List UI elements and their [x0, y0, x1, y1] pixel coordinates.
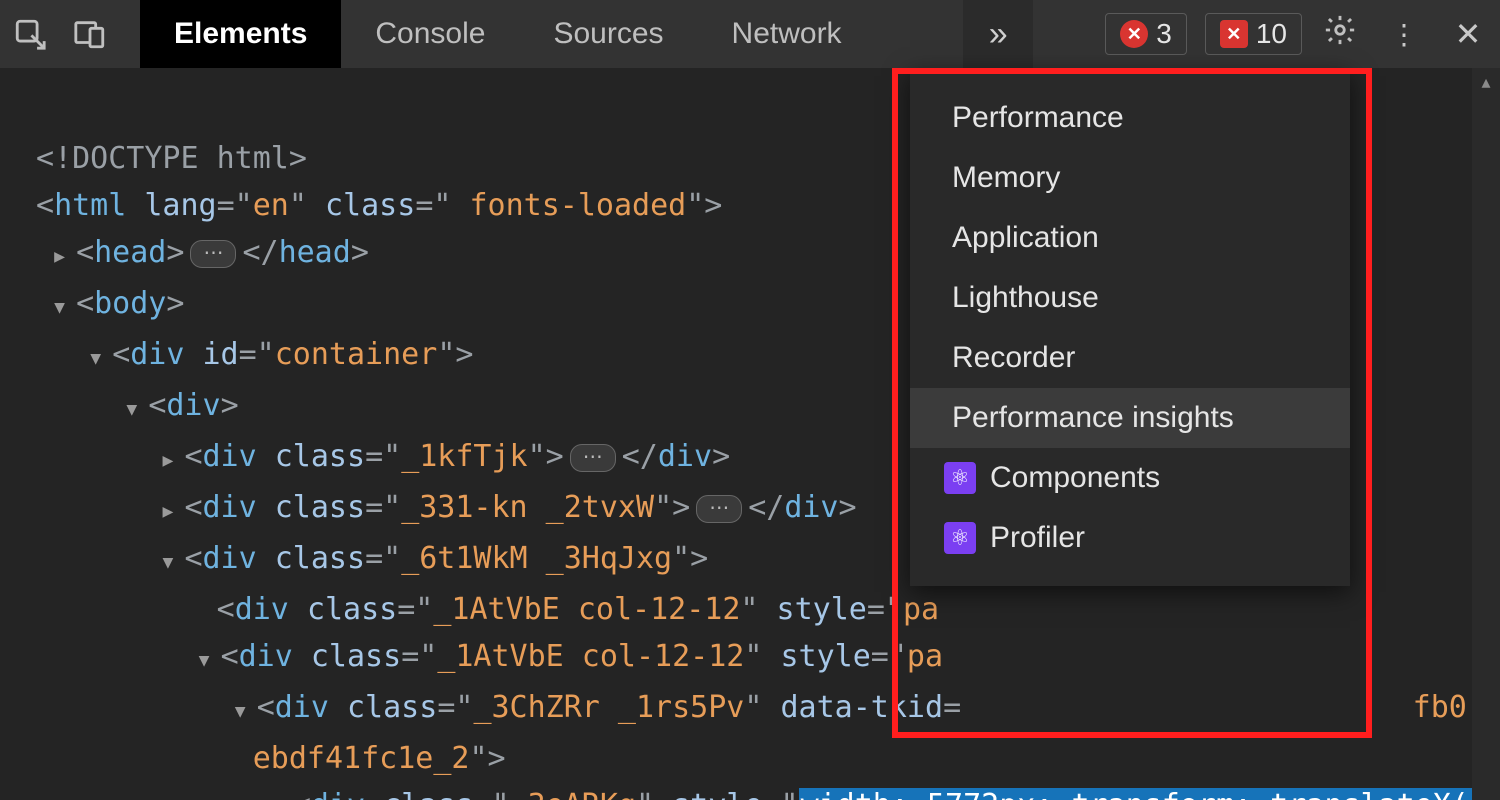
expand-triangle-icon[interactable]: [162, 484, 184, 535]
tab-network[interactable]: Network: [698, 0, 876, 68]
react-icon: ⚛: [944, 522, 976, 554]
body-tag[interactable]: body: [94, 286, 166, 321]
devtools-toolbar: Elements Console Sources Network » ✕ 3 ✕…: [0, 0, 1500, 68]
tab-sources[interactable]: Sources: [519, 0, 697, 68]
dropdown-item-label: Lighthouse: [952, 281, 1099, 315]
dropdown-item-label: Memory: [952, 161, 1060, 195]
div-tag[interactable]: div: [311, 788, 365, 800]
messages-count: 10: [1256, 18, 1287, 50]
settings-button[interactable]: [1308, 0, 1372, 68]
more-tabs-button[interactable]: »: [963, 0, 1033, 68]
div-tag[interactable]: div: [275, 690, 329, 725]
expand-triangle-icon[interactable]: [54, 229, 76, 280]
dom-attr-trail: fb0-59: [1413, 690, 1472, 725]
vertical-scrollbar[interactable]: ▴: [1472, 68, 1500, 800]
dropdown-item-performance-insights[interactable]: Performance insights: [910, 388, 1350, 448]
expand-triangle-icon[interactable]: [162, 433, 184, 484]
dropdown-item-label: Components: [990, 461, 1160, 495]
close-icon: ✕: [1455, 15, 1482, 53]
inspect-element-icon[interactable]: [0, 0, 60, 68]
doctype-node[interactable]: <!DOCTYPE html>: [36, 141, 307, 176]
div-tag[interactable]: div: [166, 388, 220, 423]
tab-label: Console: [375, 17, 485, 51]
head-tag[interactable]: head: [94, 235, 166, 270]
div-tag[interactable]: div: [203, 541, 257, 576]
dropdown-item-label: Recorder: [952, 341, 1075, 375]
ellipsis-chip[interactable]: ⋯: [190, 240, 236, 268]
div-tag[interactable]: div: [203, 490, 257, 525]
html-tag[interactable]: html: [54, 188, 126, 223]
more-tabs-dropdown: Performance Memory Application Lighthous…: [910, 70, 1350, 586]
scroll-up-icon[interactable]: ▴: [1472, 72, 1500, 93]
div-tag[interactable]: div: [203, 439, 257, 474]
error-icon: ✕: [1120, 20, 1148, 48]
ellipsis-chip[interactable]: ⋯: [570, 444, 616, 472]
dropdown-item-label: Performance: [952, 101, 1124, 135]
dropdown-item-label: Application: [952, 221, 1099, 255]
dropdown-item-label: Profiler: [990, 521, 1085, 555]
dropdown-item-label: Performance insights: [952, 401, 1234, 435]
dropdown-item-components[interactable]: ⚛ Components: [910, 448, 1350, 508]
errors-pill[interactable]: ✕ 3: [1105, 13, 1187, 55]
kebab-icon: ⋮: [1390, 18, 1418, 51]
dropdown-item-recorder[interactable]: Recorder: [910, 328, 1350, 388]
message-error-icon: ✕: [1220, 20, 1248, 48]
tab-label: Elements: [174, 17, 307, 51]
errors-count: 3: [1156, 18, 1172, 50]
chevrons-right-icon: »: [989, 15, 1008, 54]
tab-label: Sources: [553, 17, 663, 51]
dropdown-item-application[interactable]: Application: [910, 208, 1350, 268]
div-tag[interactable]: div: [239, 639, 293, 674]
div-tag[interactable]: div: [130, 337, 184, 372]
react-icon: ⚛: [944, 462, 976, 494]
expand-triangle-icon[interactable]: [126, 382, 148, 433]
expand-triangle-icon[interactable]: [90, 331, 112, 382]
messages-pill[interactable]: ✕ 10: [1205, 13, 1302, 55]
dropdown-item-performance[interactable]: Performance: [910, 88, 1350, 148]
selected-style-value[interactable]: width: 5772px; transform: translateX(-19…: [799, 788, 1472, 800]
dom-attr-continuation: ebdf41fc1e_2: [253, 741, 470, 776]
kebab-menu-button[interactable]: ⋮: [1372, 0, 1436, 68]
expand-triangle-icon[interactable]: [271, 782, 293, 800]
dropdown-item-profiler[interactable]: ⚛ Profiler: [910, 508, 1350, 568]
ellipsis-chip[interactable]: ⋯: [696, 495, 742, 523]
dropdown-item-memory[interactable]: Memory: [910, 148, 1350, 208]
toolbar-right: » ✕ 3 ✕ 10 ⋮ ✕: [963, 0, 1500, 68]
expand-triangle-icon[interactable]: [54, 280, 76, 331]
div-tag[interactable]: div: [235, 592, 289, 627]
dropdown-item-lighthouse[interactable]: Lighthouse: [910, 268, 1350, 328]
expand-triangle-icon[interactable]: [235, 684, 257, 735]
expand-triangle-icon[interactable]: [162, 535, 184, 586]
expand-triangle-icon[interactable]: [199, 633, 221, 684]
panel-tabs: Elements Console Sources Network: [140, 0, 876, 68]
tab-console[interactable]: Console: [341, 0, 519, 68]
tab-elements[interactable]: Elements: [140, 0, 341, 68]
tab-label: Network: [732, 17, 842, 51]
device-toolbar-icon[interactable]: [60, 0, 120, 68]
gear-icon: [1323, 13, 1357, 55]
close-devtools-button[interactable]: ✕: [1436, 0, 1500, 68]
